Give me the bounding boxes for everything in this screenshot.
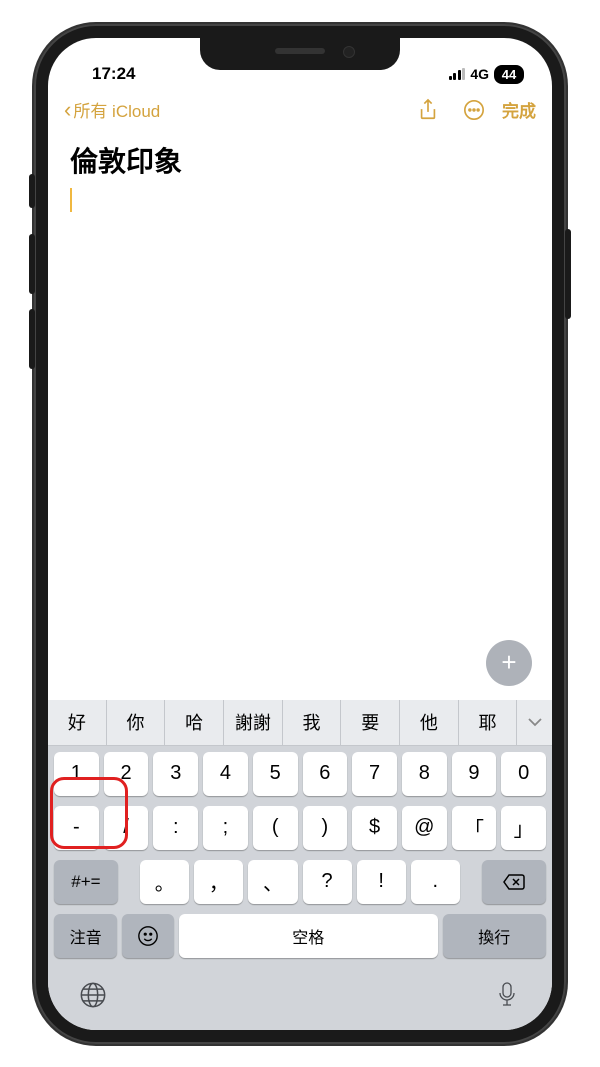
return-key[interactable]: 換行 — [443, 914, 546, 958]
keyboard-footer — [48, 974, 552, 1030]
phone-frame: 17:24 4G 44 ‹ 所有 iCloud — [34, 24, 566, 1044]
back-label: 所有 iCloud — [73, 97, 160, 122]
volume-up-button — [29, 234, 35, 294]
key-6[interactable]: 6 — [303, 752, 348, 796]
key-0[interactable]: 0 — [501, 752, 546, 796]
navigation-bar: ‹ 所有 iCloud 完成 — [48, 86, 552, 134]
key-5[interactable]: 5 — [253, 752, 298, 796]
share-button[interactable] — [410, 92, 446, 128]
emoji-icon — [137, 925, 159, 947]
suggestion-item[interactable]: 哈 — [165, 700, 224, 745]
signal-icon — [449, 68, 466, 80]
key-dash[interactable]: - — [54, 806, 99, 850]
key-semicolon[interactable]: ; — [203, 806, 248, 850]
key-colon[interactable]: : — [153, 806, 198, 850]
power-button — [565, 229, 571, 319]
suggestion-item[interactable]: 耶 — [459, 700, 518, 745]
key-dollar[interactable]: $ — [352, 806, 397, 850]
done-button[interactable]: 完成 — [502, 97, 536, 122]
more-button[interactable] — [456, 92, 492, 128]
suggestion-item[interactable]: 謝謝 — [224, 700, 283, 745]
emoji-key[interactable] — [122, 914, 174, 958]
key-2[interactable]: 2 — [104, 752, 149, 796]
keyboard-row-4: 注音 空格 換行 — [52, 914, 548, 958]
key-enumeration[interactable]: 、 — [248, 860, 297, 904]
key-lparen[interactable]: ( — [253, 806, 298, 850]
suggestion-item[interactable]: 我 — [283, 700, 342, 745]
plus-icon: + — [501, 647, 516, 678]
key-9[interactable]: 9 — [452, 752, 497, 796]
battery-indicator: 44 — [494, 65, 524, 84]
keyboard-row-1: 1 2 3 4 5 6 7 8 9 0 — [52, 752, 548, 796]
backspace-icon — [502, 873, 526, 891]
key-1[interactable]: 1 — [54, 752, 99, 796]
key-8[interactable]: 8 — [402, 752, 447, 796]
suggestion-item[interactable]: 你 — [107, 700, 166, 745]
suggestion-expand[interactable] — [517, 700, 552, 745]
note-editor[interactable]: 倫敦印象 + — [48, 134, 552, 700]
suggestion-item[interactable]: 他 — [400, 700, 459, 745]
keyboard-row-3: #+= 。 ， 、 ? ! . — [52, 860, 548, 904]
key-question[interactable]: ? — [303, 860, 352, 904]
back-button[interactable]: ‹ 所有 iCloud — [64, 97, 160, 123]
microphone-icon — [496, 981, 518, 1009]
add-button[interactable]: + — [486, 640, 532, 686]
key-rparen[interactable]: ) — [303, 806, 348, 850]
key-rbracket[interactable]: 」 — [501, 806, 546, 850]
chevron-left-icon: ‹ — [64, 97, 71, 123]
globe-icon — [79, 981, 107, 1009]
silence-switch — [29, 174, 35, 208]
suggestion-item[interactable]: 好 — [48, 700, 107, 745]
network-label: 4G — [470, 66, 489, 82]
phone-screen: 17:24 4G 44 ‹ 所有 iCloud — [48, 38, 552, 1030]
chevron-down-icon — [527, 717, 543, 727]
key-slash[interactable]: / — [104, 806, 149, 850]
key-3[interactable]: 3 — [153, 752, 198, 796]
status-time: 17:24 — [76, 64, 135, 84]
suggestion-item[interactable]: 要 — [341, 700, 400, 745]
key-at[interactable]: @ — [402, 806, 447, 850]
ellipsis-circle-icon — [463, 98, 485, 122]
key-period-cjk[interactable]: 。 — [140, 860, 189, 904]
key-dot[interactable]: . — [411, 860, 460, 904]
keyboard-row-2: - / : ; ( ) $ @ 「 」 — [52, 806, 548, 850]
key-lbracket[interactable]: 「 — [452, 806, 497, 850]
dictation-button[interactable] — [492, 980, 522, 1010]
key-exclaim[interactable]: ! — [357, 860, 406, 904]
share-icon — [417, 98, 439, 122]
delete-key[interactable] — [482, 860, 546, 904]
key-comma-cjk[interactable]: ， — [194, 860, 243, 904]
key-7[interactable]: 7 — [352, 752, 397, 796]
space-key[interactable]: 空格 — [179, 914, 438, 958]
notch — [200, 38, 400, 70]
input-method-key[interactable]: 注音 — [54, 914, 117, 958]
key-4[interactable]: 4 — [203, 752, 248, 796]
globe-button[interactable] — [78, 980, 108, 1010]
note-title: 倫敦印象 — [70, 140, 530, 180]
symbols-key[interactable]: #+= — [54, 860, 118, 904]
volume-down-button — [29, 309, 35, 369]
suggestion-bar: 好 你 哈 謝謝 我 要 他 耶 — [48, 700, 552, 746]
text-cursor — [70, 188, 72, 212]
keyboard: 好 你 哈 謝謝 我 要 他 耶 1 2 3 4 5 6 — [48, 700, 552, 1030]
